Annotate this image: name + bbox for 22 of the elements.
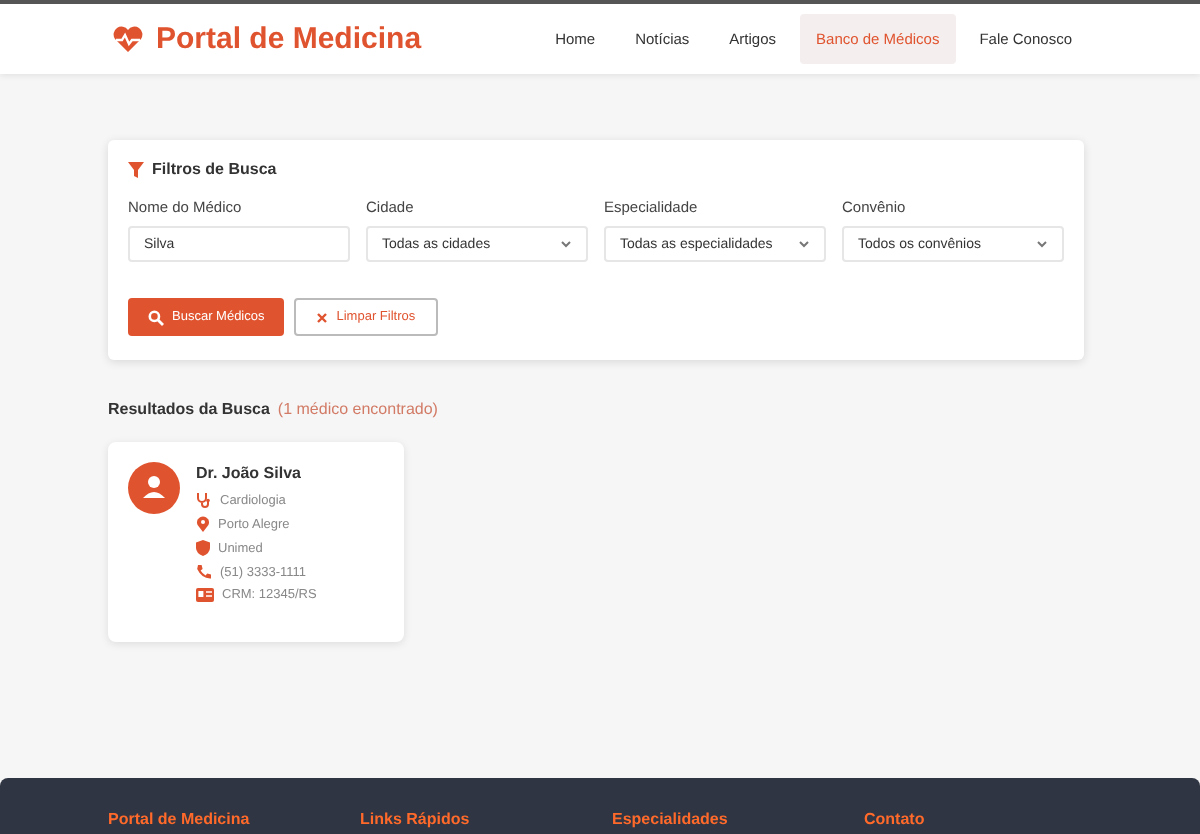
shield-icon [196,540,210,556]
stethoscope-icon [196,492,212,508]
footer-heading: Contato [864,808,927,832]
site-logo[interactable]: Portal de Medicina [156,22,422,56]
doctor-avatar-icon [128,462,180,514]
filter-icon [128,161,144,177]
footer-heading: Links Rápidos [360,808,472,832]
doctor-name: Dr. João Silva [196,464,303,482]
heart-pulse-icon [112,25,144,53]
footer-heading: Especialidades [612,808,730,832]
results-count: (1 médico encontrado) [277,400,438,418]
phone-icon [196,564,212,580]
search-icon [148,309,164,325]
results-title: Resultados da Busca [108,400,270,418]
close-icon [316,311,329,323]
panel-title: Filtros de Busca [152,160,277,178]
chevron-down-icon [1036,240,1048,248]
footer-heading: Portal de Medicina [108,808,252,832]
id-card-icon [196,588,214,602]
map-pin-icon [196,516,210,532]
chevron-down-icon [798,240,810,248]
chevron-down-icon [560,240,572,248]
